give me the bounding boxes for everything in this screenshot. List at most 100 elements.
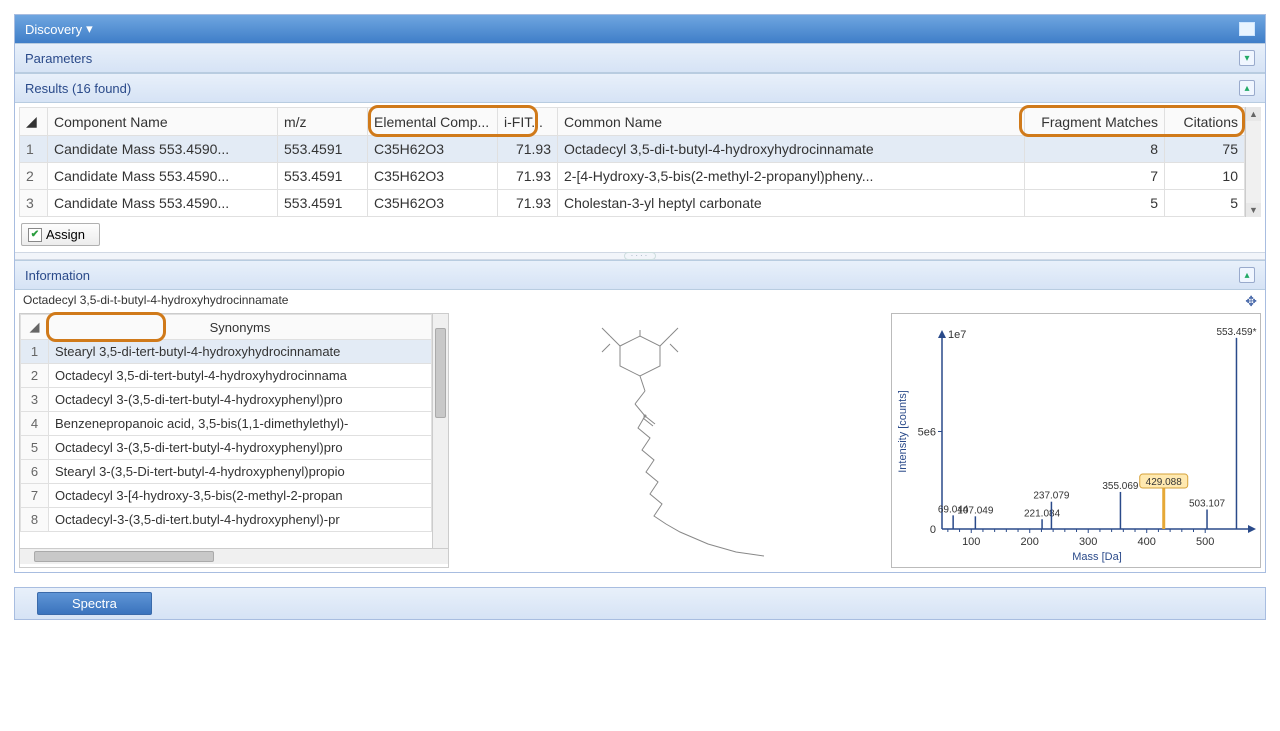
synonym-text: Octadecyl-3-(3,5-di-tert.butyl-4-hydroxy… <box>49 508 432 532</box>
cell-elemental: C35H62O3 <box>368 136 498 163</box>
table-row[interactable]: 2Candidate Mass 553.4590...553.4591C35H6… <box>20 163 1245 190</box>
row-number: 1 <box>20 136 48 163</box>
cell-frag: 7 <box>1025 163 1165 190</box>
row-number: 7 <box>21 484 49 508</box>
cell-component: Candidate Mass 553.4590... <box>48 136 278 163</box>
table-row[interactable]: 1Candidate Mass 553.4590...553.4591C35H6… <box>20 136 1245 163</box>
scrollbar-thumb[interactable] <box>34 551 214 562</box>
collapse-icon[interactable]: ▴ <box>1239 267 1255 283</box>
list-item[interactable]: 4Benzenepropanoic acid, 3,5-bis(1,1-dime… <box>21 412 432 436</box>
svg-text:100: 100 <box>962 536 980 548</box>
svg-text:5e6: 5e6 <box>918 427 936 439</box>
row-number: 6 <box>21 460 49 484</box>
panel-parameters-header[interactable]: Parameters ▾ <box>15 43 1265 73</box>
cell-common: Octadecyl 3,5-di-t-butyl-4-hydroxyhydroc… <box>558 136 1025 163</box>
col-component-name[interactable]: Component Name <box>48 108 278 136</box>
col-common-name[interactable]: Common Name <box>558 108 1025 136</box>
synonym-text: Octadecyl 3-[4-hydroxy-3,5-bis(2-methyl-… <box>49 484 432 508</box>
row-number: 3 <box>21 388 49 412</box>
row-number: 8 <box>21 508 49 532</box>
cell-common: Cholestan-3-yl heptyl carbonate <box>558 190 1025 217</box>
cell-cit: 10 <box>1165 163 1245 190</box>
results-table: ◢ Component Name m/z Elemental Comp... i… <box>19 107 1245 217</box>
synonyms-table: ◢ Synonyms 1Stearyl 3,5-di-tert-butyl-4-… <box>20 314 432 532</box>
tab-spectra[interactable]: Spectra <box>37 592 152 615</box>
svg-text:0: 0 <box>930 524 936 536</box>
svg-text:Mass [Da]: Mass [Da] <box>1072 551 1122 563</box>
svg-text:400: 400 <box>1138 536 1156 548</box>
synonyms-hscroll[interactable] <box>20 548 448 564</box>
list-item[interactable]: 7Octadecyl 3-[4-hydroxy-3,5-bis(2-methyl… <box>21 484 432 508</box>
cell-common: 2-[4-Hydroxy-3,5-bis(2-methyl-2-propanyl… <box>558 163 1025 190</box>
svg-text:553.459*: 553.459* <box>1216 327 1256 338</box>
collapse-icon[interactable]: ▾ <box>1239 50 1255 66</box>
synonym-text: Benzenepropanoic acid, 3,5-bis(1,1-dimet… <box>49 412 432 436</box>
list-item[interactable]: 8Octadecyl-3-(3,5-di-tert.butyl-4-hydrox… <box>21 508 432 532</box>
col-rownum[interactable]: ◢ <box>20 108 48 136</box>
synonym-text: Stearyl 3,5-di-tert-butyl-4-hydroxyhydro… <box>49 340 432 364</box>
cell-elemental: C35H62O3 <box>368 163 498 190</box>
list-item[interactable]: 2Octadecyl 3,5-di-tert-butyl-4-hydroxyhy… <box>21 364 432 388</box>
cell-cit: 75 <box>1165 136 1245 163</box>
assign-button[interactable]: ✔ Assign <box>21 223 100 246</box>
synonym-text: Octadecyl 3-(3,5-di-tert-butyl-4-hydroxy… <box>49 388 432 412</box>
synonym-text: Octadecyl 3,5-di-tert-butyl-4-hydroxyhyd… <box>49 364 432 388</box>
col-citations[interactable]: Citations <box>1165 108 1245 136</box>
move-icon[interactable]: ✥ <box>1245 293 1257 310</box>
cell-ifit: 71.93 <box>498 136 558 163</box>
svg-text:429.088: 429.088 <box>1146 477 1183 488</box>
list-item[interactable]: 5Octadecyl 3-(3,5-di-tert-butyl-4-hydrox… <box>21 436 432 460</box>
scroll-down-icon[interactable]: ▼ <box>1246 203 1261 217</box>
row-number: 5 <box>21 436 49 460</box>
col-synonyms[interactable]: Synonyms <box>49 315 432 340</box>
checkmark-icon: ✔ <box>28 228 42 242</box>
spectrum-chart[interactable]: 1e75e6010020030040050069.044107.049221.0… <box>892 314 1262 564</box>
cell-mz: 553.4591 <box>278 163 368 190</box>
synonym-text: Stearyl 3-(3,5-Di-tert-butyl-4-hydroxyph… <box>49 460 432 484</box>
scrollbar-thumb[interactable] <box>435 328 446 418</box>
svg-text:300: 300 <box>1079 536 1097 548</box>
collapse-icon[interactable]: ▴ <box>1239 80 1255 96</box>
menu-discovery[interactable]: Discovery ▾ <box>25 21 93 37</box>
table-row[interactable]: 3Candidate Mass 553.4590...553.4591C35H6… <box>20 190 1245 217</box>
window-maximize-icon[interactable] <box>1239 22 1255 36</box>
svg-text:237.079: 237.079 <box>1033 491 1070 502</box>
row-number: 3 <box>20 190 48 217</box>
col-mz[interactable]: m/z <box>278 108 368 136</box>
cell-frag: 5 <box>1025 190 1165 217</box>
svg-text:Intensity [counts]: Intensity [counts] <box>897 390 909 473</box>
results-header-row: ◢ Component Name m/z Elemental Comp... i… <box>20 108 1245 136</box>
list-item[interactable]: 1Stearyl 3,5-di-tert-butyl-4-hydroxyhydr… <box>21 340 432 364</box>
svg-text:221.084: 221.084 <box>1024 508 1061 519</box>
button-label: Assign <box>46 227 85 242</box>
splitter-handle[interactable] <box>15 252 1265 260</box>
row-number: 4 <box>21 412 49 436</box>
cell-mz: 553.4591 <box>278 190 368 217</box>
spectra-tabbar: Spectra <box>14 587 1266 620</box>
col-fragment-matches[interactable]: Fragment Matches <box>1025 108 1165 136</box>
list-item[interactable]: 6Stearyl 3-(3,5-Di-tert-butyl-4-hydroxyp… <box>21 460 432 484</box>
svg-text:107.049: 107.049 <box>957 505 994 516</box>
panel-title: Parameters <box>25 51 92 66</box>
information-subheader: Octadecyl 3,5-di-t-butyl-4-hydroxyhydroc… <box>15 290 1265 313</box>
col-ifit[interactable]: i-FIT... <box>498 108 558 136</box>
results-scrollbar[interactable]: ▲ ▼ <box>1245 107 1261 217</box>
col-rownum[interactable]: ◢ <box>21 315 49 340</box>
cell-frag: 8 <box>1025 136 1165 163</box>
svg-text:1e7: 1e7 <box>948 329 966 341</box>
col-elemental[interactable]: Elemental Comp... <box>368 108 498 136</box>
cell-ifit: 71.93 <box>498 163 558 190</box>
scroll-up-icon[interactable]: ▲ <box>1246 107 1261 121</box>
structure-pane <box>459 313 881 568</box>
main-window: Discovery ▾ Parameters ▾ Results (16 fou… <box>14 14 1266 573</box>
svg-text:500: 500 <box>1196 536 1214 548</box>
menu-label: Discovery <box>25 22 82 37</box>
chevron-down-icon: ▾ <box>86 21 93 37</box>
cell-component: Candidate Mass 553.4590... <box>48 190 278 217</box>
panel-results-header[interactable]: Results (16 found) ▴ <box>15 73 1265 103</box>
information-body: ◢ Synonyms 1Stearyl 3,5-di-tert-butyl-4-… <box>15 313 1265 572</box>
panel-information-header[interactable]: Information ▴ <box>15 260 1265 290</box>
synonyms-vscroll[interactable] <box>432 314 448 548</box>
row-number: 1 <box>21 340 49 364</box>
list-item[interactable]: 3Octadecyl 3-(3,5-di-tert-butyl-4-hydrox… <box>21 388 432 412</box>
